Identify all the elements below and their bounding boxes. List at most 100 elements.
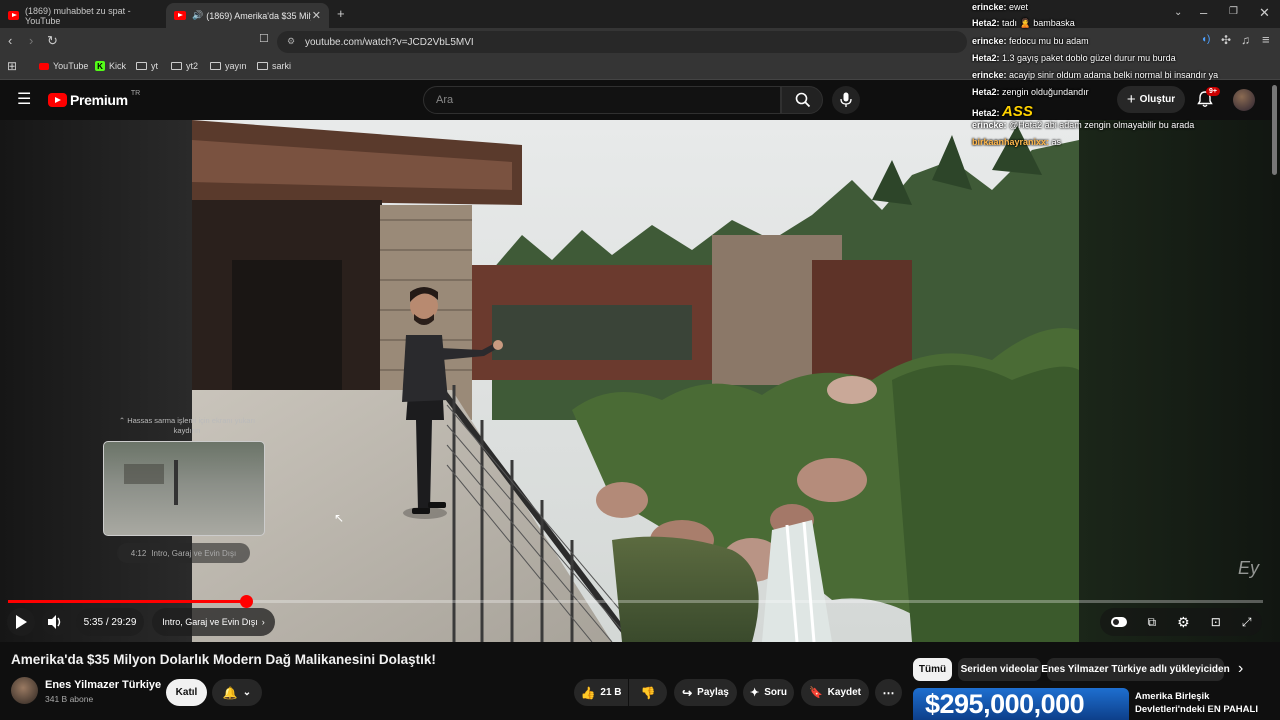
like-button[interactable]: 👍 21 B: [574, 679, 628, 706]
logo-text: Premium: [70, 92, 128, 108]
media-icon[interactable]: ◖): [1201, 35, 1210, 45]
chip-all[interactable]: Tümü: [913, 658, 952, 681]
extensions-icon[interactable]: ✣: [1221, 34, 1231, 46]
thumbs-up-icon: 👍: [580, 685, 596, 700]
thumbs-down-icon: 👎: [640, 685, 656, 700]
region-label: TR: [130, 89, 141, 97]
close-tab-icon[interactable]: ✕: [312, 9, 321, 22]
chat-username: erincke:: [972, 2, 1010, 12]
ask-label: Soru: [764, 687, 787, 698]
chat-username: erincke:: [972, 36, 1010, 46]
bookmark-kick[interactable]: K Kick: [95, 61, 126, 71]
folder-icon: [210, 62, 221, 70]
join-button[interactable]: Katıl: [166, 679, 207, 706]
mute-button[interactable]: [42, 608, 70, 636]
search-button[interactable]: [781, 86, 823, 114]
chapter-button[interactable]: Intro, Garaj ve Evin Dışı ›: [152, 608, 275, 636]
subscribed-button[interactable]: 🔔 ⌄: [212, 679, 262, 706]
chat-message: Heta2: 1.3 gayış paket doblo güzel durur…: [972, 53, 1176, 63]
bookmark-youtube[interactable]: YouTube: [39, 61, 88, 71]
minimize-icon[interactable]: –: [1200, 6, 1207, 19]
site-info-icon[interactable]: ⚙: [287, 36, 295, 47]
back-icon[interactable]: ‹: [8, 34, 12, 47]
chat-text: zengin olduğundandır: [1002, 87, 1089, 97]
bookmark-star-icon[interactable]: ☐: [259, 34, 269, 45]
bookmark-folder-yayin[interactable]: yayın: [210, 61, 247, 71]
youtube-premium-logo[interactable]: Premium TR: [48, 89, 141, 108]
tab-search-chevron-icon[interactable]: ⌄: [1174, 8, 1182, 18]
next-video-thumbnail[interactable]: $295,000,000: [913, 688, 1129, 720]
miniplayer-icon[interactable]: ⊡: [1211, 615, 1221, 629]
channel-watermark: Ey: [1238, 558, 1260, 578]
browser-tab[interactable]: (1869) muhabbet zu spat - YouTube: [0, 3, 165, 28]
apps-grid-icon[interactable]: ⊞: [7, 60, 17, 72]
fullscreen-icon[interactable]: ⤢: [1242, 615, 1252, 630]
chip-series[interactable]: Seriden videolar: [958, 658, 1041, 681]
plus-icon: +: [1126, 91, 1136, 108]
preview-time: 4:12: [130, 548, 147, 558]
chat-text: @Heta2 abi adam zengin olmayabilir bu ar…: [1009, 120, 1195, 130]
music-icon[interactable]: ♫: [1241, 34, 1250, 46]
close-window-icon[interactable]: ✕: [1259, 6, 1270, 19]
forward-icon[interactable]: ›: [29, 34, 33, 47]
chat-username: Heta2:: [972, 87, 1003, 97]
notifications-button[interactable]: 9+: [1197, 87, 1220, 113]
player-right-controls: ⧉ ⚙ ⊡ ⤢: [1100, 608, 1262, 636]
chevron-right-icon: ›: [261, 617, 265, 627]
tab-title: (1869) Amerika'da $35 Milyon: [206, 10, 311, 21]
chips-next-chevron-icon[interactable]: ›: [1238, 661, 1243, 677]
youtube-favicon-icon: [174, 11, 186, 20]
swipe-up-icon: ⌃: [118, 416, 128, 425]
browser-tab-active[interactable]: 🔊 (1869) Amerika'da $35 Milyon ✕: [166, 3, 329, 28]
chevron-down-icon: ⌄: [242, 687, 252, 698]
create-button[interactable]: + Oluştur: [1117, 86, 1185, 113]
chat-text: fedocu mu bu adam: [1009, 36, 1089, 46]
save-button[interactable]: 🔖 Kaydet: [801, 679, 869, 706]
video-frame: [192, 120, 1079, 642]
bookmark-folder-sarki[interactable]: sarki: [257, 61, 291, 71]
chat-message: erincke: fedocu mu bu adam: [972, 36, 1089, 46]
bookmark-folder-yt[interactable]: yt: [136, 61, 158, 71]
share-arrow-icon: ↪: [682, 685, 693, 700]
next-video-title[interactable]: Amerika Birleşik Devletleri'ndeki EN PAH…: [1135, 690, 1265, 720]
bookmark-label: sarki: [272, 61, 292, 71]
share-button[interactable]: ↪ Paylaş: [674, 679, 737, 706]
youtube-logo-icon: [48, 93, 67, 107]
more-actions-button[interactable]: ⋯: [875, 679, 902, 706]
progress-scrubber[interactable]: [240, 595, 253, 608]
seek-preview-thumbnail: [103, 441, 265, 536]
reload-icon[interactable]: ↻: [47, 34, 58, 47]
page-scrollbar[interactable]: [1272, 85, 1277, 175]
youtube-icon: [39, 62, 49, 70]
address-bar[interactable]: ⚙ youtube.com/watch?v=JCD2VbL5MVI: [277, 31, 967, 53]
user-avatar[interactable]: [1233, 89, 1255, 111]
mouse-cursor-icon: ↖: [334, 511, 345, 525]
folder-icon: [171, 62, 182, 70]
menu-icon[interactable]: ≡: [1262, 33, 1270, 46]
chat-username: Heta2:: [972, 53, 1003, 63]
thumbnail-text: $295,000,000: [925, 689, 1085, 719]
channel-avatar[interactable]: [11, 677, 38, 704]
chip-uploader[interactable]: Enes Yilmazer Türkiye adlı yükleyiciden: [1041, 658, 1230, 681]
dislike-button[interactable]: 👎: [629, 679, 667, 706]
restore-icon[interactable]: ❐: [1229, 7, 1238, 17]
volume-icon: [48, 615, 61, 629]
subtitles-icon[interactable]: ⧉: [1148, 615, 1157, 630]
bookmark-label: yt2: [186, 61, 199, 71]
chat-text: ASS: [1002, 103, 1033, 120]
chat-username: Heta2:: [972, 18, 1003, 28]
ask-button[interactable]: ✦ Soru: [743, 679, 794, 706]
play-button[interactable]: [7, 608, 35, 636]
hamburger-menu-icon[interactable]: ☰: [17, 92, 31, 108]
bookmark-label: YouTube: [53, 61, 89, 71]
chat-username: Heta2:: [972, 108, 1003, 118]
channel-name[interactable]: Enes Yilmazer Türkiye: [45, 679, 161, 691]
voice-search-button[interactable]: [832, 86, 860, 114]
search-input[interactable]: Ara: [423, 86, 781, 114]
bookmark-folder-yt2[interactable]: yt2: [171, 61, 198, 71]
settings-gear-icon[interactable]: ⚙: [1177, 614, 1190, 631]
bookmark-label: Kick: [109, 61, 127, 71]
autoplay-toggle-icon[interactable]: [1110, 617, 1127, 627]
video-player[interactable]: ⌃ Hassas sarma işlemi için ekranı yukarı…: [0, 120, 1280, 642]
new-tab-icon[interactable]: +: [337, 7, 345, 20]
